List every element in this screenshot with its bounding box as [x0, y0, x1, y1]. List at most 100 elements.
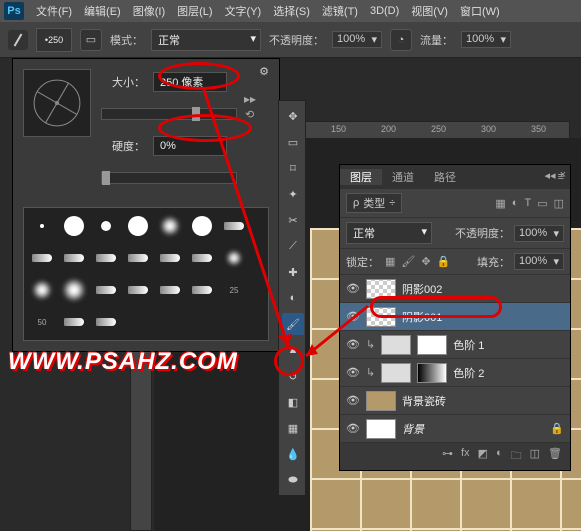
hardness-slider[interactable] — [101, 172, 237, 184]
adjust-thumb — [381, 335, 411, 355]
layer-row[interactable]: 👁 ↳ 色阶 2 — [340, 359, 570, 387]
tab-layers[interactable]: 图层 — [340, 169, 382, 185]
size-input[interactable] — [153, 72, 227, 92]
opacity-input[interactable]: 100%▾ — [332, 31, 382, 48]
menu-edit[interactable]: 编辑(E) — [78, 3, 127, 19]
menu-view[interactable]: 视图(V) — [405, 3, 454, 19]
new-layer-icon[interactable]: ◫ — [530, 447, 540, 466]
lock-transparent-icon[interactable]: ▦ — [385, 255, 395, 268]
opacity-label: 不透明度： — [269, 32, 324, 48]
mask-icon[interactable]: ◩ — [478, 447, 488, 466]
filter-adjust-icon[interactable]: ◐ — [512, 197, 519, 210]
mask-thumb — [417, 363, 447, 383]
filter-shape-icon[interactable]: ▭ — [537, 197, 547, 210]
brush-tool-icon[interactable]: 🖌 — [282, 313, 304, 335]
lock-all-icon[interactable]: 🔒 — [437, 255, 451, 268]
ps-logo: Ps — [4, 2, 24, 20]
pressure-opacity-icon[interactable]: ◔ — [390, 29, 412, 51]
lock-position-icon[interactable]: ✥ — [421, 255, 430, 268]
blur-tool-icon[interactable]: 💧 — [282, 443, 304, 465]
panel-tabs: 图层 通道 路径 ≡ — [340, 165, 570, 189]
dodge-tool-icon[interactable]: ⬬ — [282, 469, 304, 491]
layer-opacity-input[interactable]: 100%▾ — [514, 225, 564, 242]
menu-3d[interactable]: 3D(D) — [364, 5, 405, 17]
hardness-label: 硬度： — [101, 138, 145, 154]
layer-thumb — [366, 391, 396, 411]
tab-channels[interactable]: 通道 — [382, 169, 424, 185]
history-brush-icon[interactable]: ↺ — [282, 365, 304, 387]
layer-thumb — [366, 307, 396, 327]
move-tool-icon[interactable]: ✥ — [282, 105, 304, 127]
fill-input[interactable]: 100%▾ — [514, 253, 564, 270]
flow-input[interactable]: 100%▾ — [461, 31, 511, 48]
brush-settings-panel: ⚙ 大小： ⟲ 硬度： — [12, 58, 280, 352]
size-label: 大小： — [101, 74, 145, 90]
menu-select[interactable]: 选择(S) — [267, 3, 316, 19]
layer-row[interactable]: 👁 阴影001 — [340, 303, 570, 331]
watermark-text: WWW.PSAHZ.COM — [8, 348, 238, 376]
lock-paint-icon[interactable]: 🖌 — [401, 255, 415, 268]
eraser-tool-icon[interactable]: ◧ — [282, 391, 304, 413]
lock-icon: 🔒 — [550, 422, 564, 435]
layer-row[interactable]: 👁 背景瓷砖 — [340, 387, 570, 415]
brush-panel-toggle-icon[interactable]: ▭ — [80, 29, 102, 51]
collapse-icon[interactable]: ◂◂ — [545, 169, 556, 182]
visibility-icon[interactable]: 👁 — [346, 422, 360, 435]
menu-layer[interactable]: 图层(L) — [171, 3, 218, 19]
tab-paths[interactable]: 路径 — [424, 169, 466, 185]
tools-panel: ✥ ▭ ⌑ ✦ ✂ ⟋ ✚ ◐ 🖌 ▲ ↺ ◧ ▦ 💧 ⬬ — [278, 100, 306, 496]
layers-footer: ⊶ fx ◩ ◐ 🗀 ◫ 🗑 — [340, 443, 570, 470]
lasso-tool-icon[interactable]: ⌑ — [282, 157, 304, 179]
brush-tip-preview — [23, 69, 91, 137]
visibility-icon[interactable]: 👁 — [346, 394, 360, 407]
layer-row[interactable]: 👁 背景 🔒 — [340, 415, 570, 443]
layers-panel: ◂◂ × 图层 通道 路径 ≡ ρ 类型 ÷ ▦ ◐ T ▭ ◫ 正常 不透明度… — [339, 164, 571, 471]
visibility-icon[interactable]: 👁 — [346, 366, 360, 379]
brush-presets-grid[interactable]: 25 50 — [23, 207, 269, 341]
layer-thumb — [366, 279, 396, 299]
gradient-tool-icon[interactable]: ▦ — [282, 417, 304, 439]
layer-opacity-label: 不透明度： — [455, 225, 510, 241]
adjust-thumb — [381, 363, 411, 383]
panel-arrow-icon[interactable]: ▸▸ — [244, 92, 256, 106]
visibility-icon[interactable]: 👁 — [346, 338, 360, 351]
delete-icon[interactable]: 🗑 — [548, 447, 562, 466]
menu-image[interactable]: 图像(I) — [127, 3, 171, 19]
close-icon[interactable]: × — [560, 169, 566, 182]
brush-tool-icon[interactable] — [8, 30, 28, 50]
filter-smart-icon[interactable]: ◫ — [554, 197, 564, 210]
size-slider[interactable] — [101, 108, 237, 120]
blend-mode-dropdown[interactable]: 正常 — [151, 29, 261, 51]
layer-thumb — [366, 419, 396, 439]
menu-filter[interactable]: 滤镜(T) — [316, 3, 364, 19]
crop-tool-icon[interactable]: ✂ — [282, 209, 304, 231]
menu-type[interactable]: 文字(Y) — [219, 3, 268, 19]
patch-tool-icon[interactable]: ◐ — [282, 287, 304, 309]
visibility-icon[interactable]: 👁 — [346, 282, 360, 295]
adjustment-icon[interactable]: ◐ — [496, 447, 503, 466]
layer-filter-type[interactable]: ρ 类型 ÷ — [346, 193, 402, 213]
menu-file[interactable]: 文件(F) — [30, 3, 78, 19]
filter-type-icon[interactable]: T — [524, 197, 531, 210]
flow-label: 流量： — [420, 32, 453, 48]
layer-blend-dropdown[interactable]: 正常 — [346, 222, 432, 244]
link-layers-icon[interactable]: ⊶ — [442, 447, 453, 466]
stamp-tool-icon[interactable]: ▲ — [282, 339, 304, 361]
eyedropper-tool-icon[interactable]: ⟋ — [282, 235, 304, 257]
visibility-icon[interactable]: 👁 — [346, 310, 360, 323]
brush-preset-picker[interactable]: • 250 — [36, 28, 72, 52]
lock-label: 锁定： — [346, 254, 379, 270]
filter-pixel-icon[interactable]: ▦ — [495, 197, 505, 210]
fill-label: 填充： — [477, 254, 510, 270]
layer-row[interactable]: 👁 ↳ 色阶 1 — [340, 331, 570, 359]
group-icon[interactable]: 🗀 — [511, 447, 522, 466]
menu-window[interactable]: 窗口(W) — [454, 3, 506, 19]
mask-thumb — [417, 335, 447, 355]
heal-tool-icon[interactable]: ✚ — [282, 261, 304, 283]
fx-icon[interactable]: fx — [461, 447, 470, 466]
wand-tool-icon[interactable]: ✦ — [282, 183, 304, 205]
options-bar: • 250 ▭ 模式： 正常 不透明度： 100%▾ ◔ 流量： 100%▾ — [0, 22, 581, 58]
marquee-tool-icon[interactable]: ▭ — [282, 131, 304, 153]
hardness-input[interactable] — [153, 136, 227, 156]
layer-row[interactable]: 👁 阴影002 — [340, 275, 570, 303]
